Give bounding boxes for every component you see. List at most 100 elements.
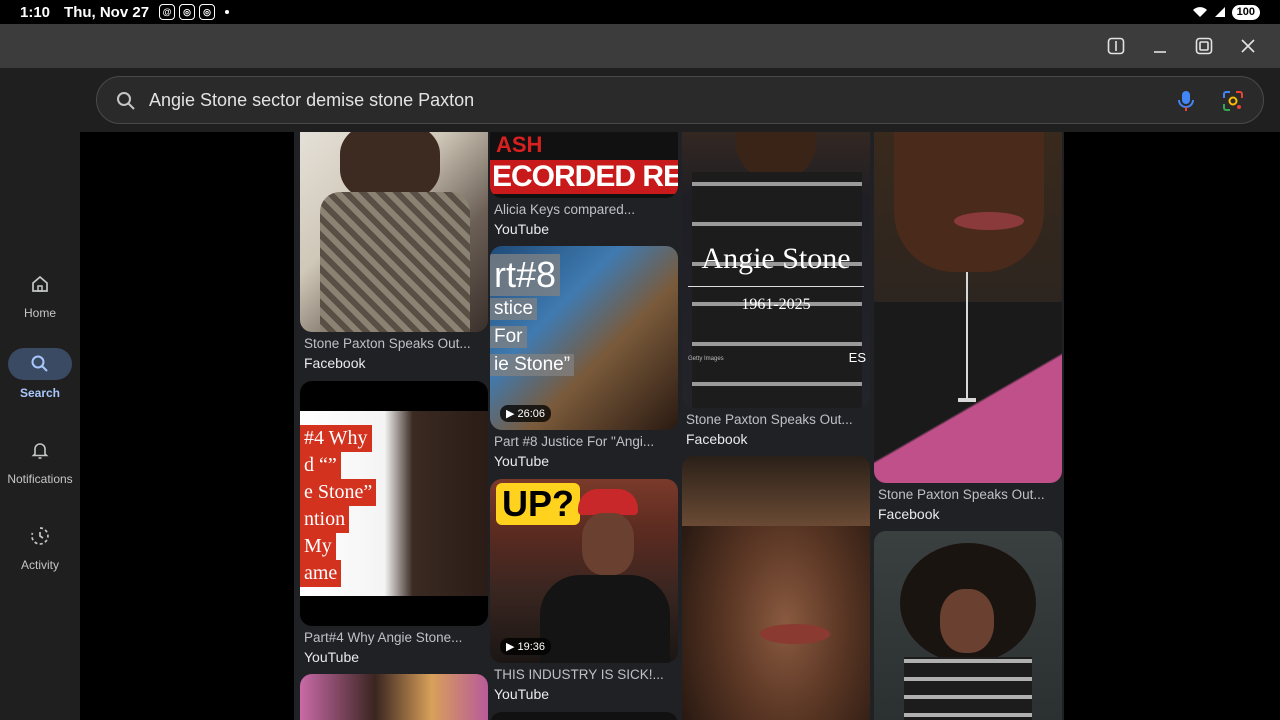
thumbnail-dress: [692, 172, 862, 408]
nav-search[interactable]: Search: [0, 348, 80, 400]
minimize-icon: [1154, 51, 1166, 53]
split-screen-button[interactable]: [1104, 34, 1128, 58]
result-thumbnail[interactable]: rt#8 stice For ie Stone” ▶ 26:06: [490, 246, 678, 430]
split-screen-icon: [1107, 37, 1125, 55]
result-card[interactable]: [874, 531, 1062, 720]
overlay-line: My: [300, 533, 336, 560]
overlay-divider: [688, 286, 864, 287]
result-source: Facebook: [304, 355, 366, 371]
result-thumbnail[interactable]: [874, 132, 1062, 483]
nav-notifications-label: Notifications: [7, 472, 73, 486]
result-card[interactable]: Angie Stone 1961-2025 ES Getty Images St…: [682, 132, 870, 452]
nav-activity[interactable]: Activity: [0, 520, 80, 572]
overlay-line: d “”: [300, 452, 341, 479]
result-card[interactable]: rt#8 stice For ie Stone” ▶ 26:06 Part #8…: [490, 246, 678, 476]
bell-icon: [31, 443, 49, 459]
result-source: YouTube: [494, 221, 550, 237]
signal-icon: [1214, 7, 1225, 17]
overlay-line: stice: [490, 298, 538, 320]
nav-home[interactable]: Home: [0, 268, 80, 320]
result-thumbnail[interactable]: ASH ECORDED RECE: [490, 132, 678, 198]
minimize-button[interactable]: [1148, 34, 1172, 58]
result-card[interactable]: ASH ECORDED RECE Alicia Keys compared...…: [490, 132, 678, 242]
wifi-icon: [1192, 7, 1207, 17]
overlay-line: rt#8: [490, 254, 561, 296]
result-thumbnail[interactable]: [874, 531, 1062, 720]
image-results-grid: Stone Paxton Speaks Out... Facebook #4 W…: [294, 132, 1064, 720]
result-thumbnail[interactable]: [682, 456, 870, 720]
result-title[interactable]: Stone Paxton Speaks Out...: [878, 487, 1062, 502]
result-title[interactable]: Stone Paxton Speaks Out...: [686, 412, 870, 427]
thumbnail-overlay-text: ECORDED RECE: [490, 160, 678, 194]
thumbnail-necklace: [966, 272, 968, 402]
result-thumbnail[interactable]: UP? ▶ 19:36: [490, 479, 678, 663]
thumbnail-overlay-text: Angie Stone: [701, 242, 851, 275]
result-source: YouTube: [494, 686, 550, 702]
result-source: Facebook: [686, 431, 748, 447]
thumbnail-cap: [578, 489, 638, 515]
thumbnail-jacket: [320, 192, 470, 332]
result-thumbnail[interactable]: #4 Why d “” e Stone” ntion My ame: [300, 381, 488, 626]
result-card[interactable]: [490, 712, 678, 720]
close-button[interactable]: [1236, 34, 1260, 58]
status-bar: 1:10 Thu, Nov 27 @ ◎ ◎ 100: [0, 0, 1280, 24]
nav-home-label: Home: [23, 306, 56, 320]
thumbnail-hair: [682, 456, 870, 526]
maximize-button[interactable]: [1192, 34, 1216, 58]
result-title[interactable]: THIS INDUSTRY IS SICK!...: [494, 667, 678, 682]
more-notifications-icon: [225, 10, 230, 14]
result-thumbnail[interactable]: [300, 132, 488, 332]
overlay-line: e Stone”: [300, 479, 377, 506]
thumbnail-clothing: [874, 302, 1062, 483]
search-icon: [117, 92, 135, 110]
result-card[interactable]: [300, 674, 488, 720]
result-title[interactable]: Part #8 Justice For "Angi...: [494, 434, 678, 449]
nav-search-label: Search: [19, 386, 61, 400]
overlay-line: For: [490, 326, 527, 348]
video-duration: ▶ 26:06: [500, 405, 552, 422]
result-card[interactable]: Stone Paxton Speaks Out... Facebook: [300, 132, 488, 372]
search-area: Angie Stone sector demise stone Paxton: [0, 68, 1280, 132]
microphone-icon[interactable]: [1175, 89, 1197, 113]
thumbnail-overlay-text: UP?: [496, 483, 580, 525]
instagram-icon: ◎: [199, 4, 216, 20]
result-card[interactable]: #4 Why d “” e Stone” ntion My ame Part#4…: [300, 381, 488, 666]
window-bar: [0, 24, 1280, 68]
home-icon: [32, 275, 48, 292]
result-card[interactable]: UP? ▶ 19:36 THIS INDUSTRY IS SICK!... Yo…: [490, 479, 678, 709]
threads-icon: @: [159, 4, 176, 20]
result-source: Facebook: [878, 506, 940, 522]
nav-notifications[interactable]: Notifications: [0, 434, 80, 486]
thumbnail-dress: [904, 657, 1032, 720]
result-thumbnail[interactable]: Angie Stone 1961-2025 ES Getty Images: [682, 132, 870, 408]
duration-text: 26:06: [517, 408, 546, 420]
instagram-icon: ◎: [179, 4, 196, 20]
thumbnail-lips: [760, 624, 830, 644]
result-card[interactable]: Stone Paxton Speaks Out... Facebook: [874, 132, 1062, 527]
nav-search-icon-wrap: [8, 348, 72, 380]
result-thumbnail[interactable]: [300, 674, 488, 720]
video-duration: ▶ 19:36: [500, 638, 552, 655]
thumbnail-body: [540, 575, 670, 663]
overlay-line: ntion: [300, 506, 350, 533]
results-area: Stone Paxton Speaks Out... Facebook #4 W…: [80, 132, 1280, 720]
overlay-line: #4 Why: [300, 425, 372, 452]
result-thumbnail[interactable]: [490, 712, 678, 720]
search-icon: [31, 355, 48, 372]
search-input[interactable]: Angie Stone sector demise stone Paxton: [96, 76, 1264, 124]
status-date: Thu, Nov 27: [64, 3, 150, 21]
result-title[interactable]: Stone Paxton Speaks Out...: [304, 336, 488, 351]
status-time: 1:10: [20, 3, 51, 21]
thumbnail-face: [940, 589, 994, 653]
result-title[interactable]: Part#4 Why Angie Stone...: [304, 630, 488, 645]
nav-notifications-icon-wrap: [8, 434, 72, 466]
result-card[interactable]: [682, 456, 870, 720]
google-lens-icon[interactable]: [1221, 89, 1245, 113]
thumbnail-face: [582, 513, 634, 575]
maximize-icon: [1195, 37, 1213, 55]
sidebar: Home Search Notifications Activity: [0, 132, 80, 720]
status-right: 100: [1192, 0, 1260, 24]
result-title[interactable]: Alicia Keys compared...: [494, 202, 678, 217]
thumbnail-overlay-top: ASH: [496, 132, 543, 157]
thumbnail-corner-text: ES: [848, 350, 866, 365]
